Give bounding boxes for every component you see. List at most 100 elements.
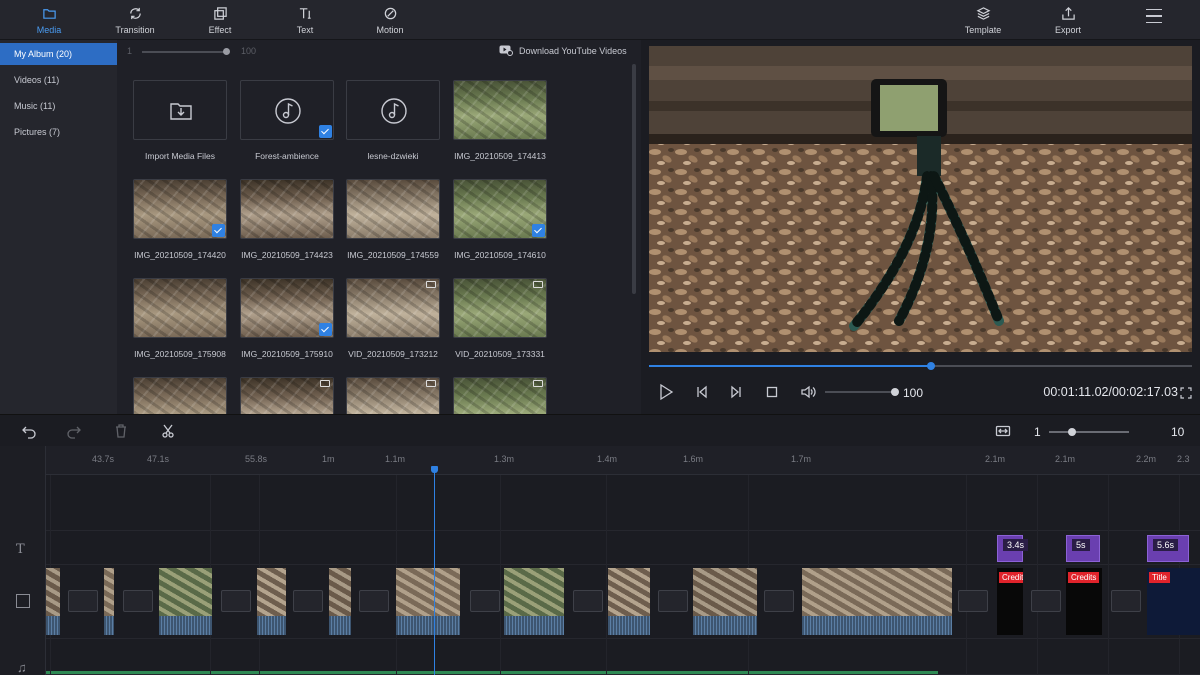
timeline-zoom-slider[interactable] [1049, 431, 1129, 433]
clip-audio-waveform [608, 616, 650, 635]
layers-icon [976, 6, 990, 20]
previous-frame-button[interactable] [693, 383, 711, 401]
transition-slot[interactable] [1111, 590, 1141, 612]
hamburger-menu-icon[interactable] [1146, 9, 1162, 23]
text-clip[interactable]: 5s [1066, 535, 1100, 562]
media-thumbnail[interactable] [346, 80, 440, 140]
delete-button[interactable] [113, 423, 129, 439]
music-clip[interactable] [46, 671, 938, 674]
video-clip[interactable] [693, 568, 757, 635]
tab-motion[interactable]: Motion [368, 0, 412, 40]
media-scrollbar[interactable] [632, 64, 636, 294]
media-thumbnail[interactable] [346, 278, 440, 338]
video-clip[interactable] [802, 568, 952, 635]
media-thumbnail[interactable] [346, 377, 440, 414]
top-toolbar: Media Transition Effect Text Motion Temp… [0, 0, 1200, 40]
media-thumbnail[interactable] [240, 80, 334, 140]
ruler-tick-label: 43.7s [92, 454, 115, 464]
volume-slider[interactable] [825, 391, 897, 393]
sidebar-item-label: My Album [14, 49, 54, 59]
checkmark-icon[interactable] [212, 224, 225, 237]
transition-slot[interactable] [68, 590, 98, 612]
undo-button[interactable] [21, 423, 37, 439]
video-clip[interactable] [46, 568, 60, 635]
video-clip[interactable] [608, 568, 650, 635]
media-thumbnail[interactable] [133, 80, 227, 140]
video-clip[interactable] [329, 568, 351, 635]
transition-slot[interactable] [293, 590, 323, 612]
tab-media[interactable]: Media [26, 0, 72, 40]
media-thumbnail[interactable] [133, 179, 227, 239]
play-button[interactable] [657, 383, 675, 401]
zoom-slider-knob[interactable] [223, 48, 230, 55]
timeline-gridline [966, 475, 967, 675]
tab-transition[interactable]: Transition [110, 0, 160, 40]
thumbnail-zoom-slider[interactable] [142, 51, 228, 53]
sidebar-item-my-album[interactable]: My Album (20) [0, 43, 117, 65]
transition-slot[interactable] [1031, 590, 1061, 612]
redo-button[interactable] [66, 423, 82, 439]
split-button[interactable] [160, 423, 176, 439]
fit-timeline-button[interactable] [995, 423, 1011, 439]
video-clip[interactable] [159, 568, 212, 635]
transition-slot[interactable] [764, 590, 794, 612]
download-youtube-button[interactable]: Download YouTube Videos [499, 45, 627, 56]
text-clip[interactable]: 5.6s [1147, 535, 1189, 562]
video-clip[interactable] [104, 568, 114, 635]
credits-clip[interactable]: Title [1147, 568, 1200, 635]
timeline-zoom-knob[interactable] [1068, 428, 1076, 436]
checkmark-icon[interactable] [319, 323, 332, 336]
checkmark-icon[interactable] [532, 224, 545, 237]
media-thumbnail[interactable] [240, 278, 334, 338]
timeline-ruler[interactable]: 43.7s 47.1s 55.8s 1m 1.1m 1.3m 1.4m 1.6m 1.7m 2.1… [46, 446, 1200, 475]
trash-icon [116, 424, 126, 438]
media-thumbnail[interactable] [240, 179, 334, 239]
transition-slot[interactable] [470, 590, 500, 612]
media-tile-label: IMG_20210509_174420 [134, 250, 226, 260]
playback-progress-knob[interactable] [927, 362, 936, 370]
clip-audio-waveform [329, 616, 351, 635]
template-button[interactable]: Template [958, 0, 1008, 40]
sidebar-item-pictures[interactable]: Pictures (7) [0, 121, 117, 143]
transition-slot[interactable] [573, 590, 603, 612]
fullscreen-button[interactable] [1180, 386, 1192, 399]
thumbnail-image [134, 378, 226, 414]
thumbnail-image [134, 279, 226, 337]
next-frame-button[interactable] [727, 383, 745, 401]
transition-slot[interactable] [123, 590, 153, 612]
tab-text[interactable]: Text [284, 0, 326, 40]
credits-clip[interactable]: Credits [997, 568, 1023, 635]
media-thumbnail[interactable] [240, 377, 334, 414]
sidebar-item-music[interactable]: Music (11) [0, 95, 117, 117]
video-clip[interactable] [396, 568, 460, 635]
media-thumbnail[interactable] [346, 179, 440, 239]
media-thumbnail[interactable] [453, 278, 547, 338]
credits-clip[interactable]: Credits [1066, 568, 1102, 635]
transition-slot[interactable] [958, 590, 988, 612]
transition-slot[interactable] [658, 590, 688, 612]
video-camera-icon [320, 380, 330, 387]
text-clip[interactable]: 3.4s [997, 535, 1029, 562]
stop-button[interactable] [763, 383, 781, 401]
sidebar-item-videos[interactable]: Videos (11) [0, 69, 117, 91]
media-thumbnail[interactable] [133, 377, 227, 414]
export-button[interactable]: Export [1046, 0, 1090, 40]
volume-slider-knob[interactable] [891, 388, 899, 396]
stop-icon [766, 386, 778, 398]
media-thumbnail[interactable] [453, 377, 547, 414]
transition-slot[interactable] [359, 590, 389, 612]
media-thumbnail[interactable] [453, 179, 547, 239]
media-thumbnail[interactable] [133, 278, 227, 338]
tab-effect[interactable]: Effect [198, 0, 242, 40]
checkmark-icon[interactable] [319, 125, 332, 138]
timeline-zoom-min: 1 [1034, 425, 1041, 439]
video-clip[interactable] [257, 568, 286, 635]
volume-button[interactable] [799, 383, 817, 401]
media-tile-label: IMG_20210509_174559 [347, 250, 439, 260]
playback-progress-bar[interactable] [649, 362, 1192, 370]
video-clip[interactable] [504, 568, 564, 635]
transition-slot[interactable] [221, 590, 251, 612]
playhead[interactable] [434, 466, 435, 675]
ruler-tick-label: 2.2m [1136, 454, 1157, 464]
media-thumbnail[interactable] [453, 80, 547, 140]
